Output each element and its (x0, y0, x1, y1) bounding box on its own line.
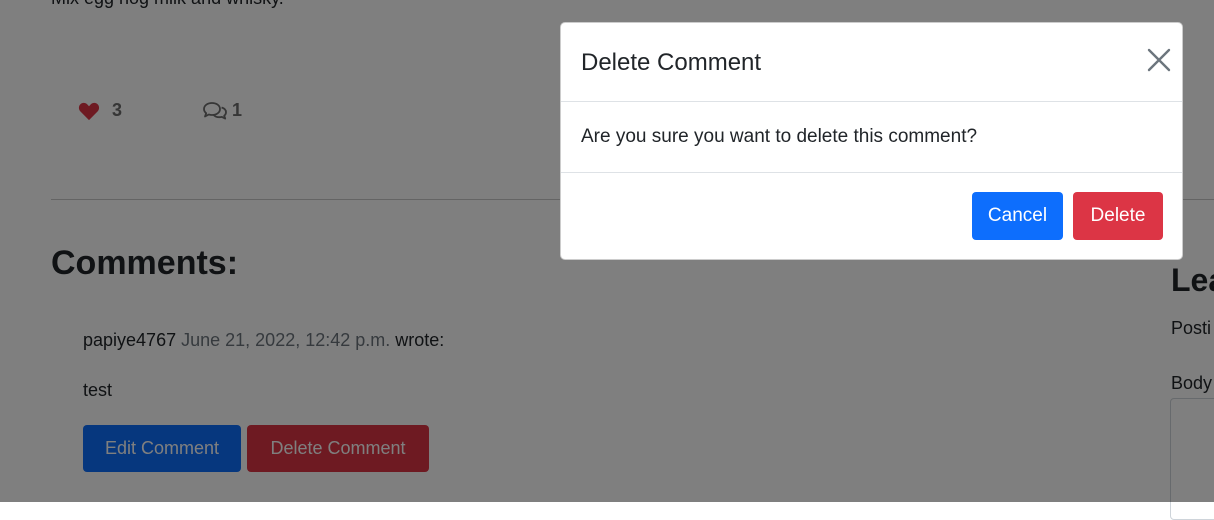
modal-title: Delete Comment (581, 49, 762, 76)
modal-header: Delete Comment (561, 23, 1182, 102)
delete-comment-modal: Delete Comment Are you sure you want to … (560, 22, 1183, 260)
modal-message: Are you sure you want to delete this com… (581, 126, 978, 147)
modal-close-button[interactable] (1146, 47, 1172, 73)
modal-footer-divider (561, 172, 1182, 173)
confirm-delete-button[interactable]: Delete (1073, 192, 1163, 240)
close-icon (1146, 47, 1172, 73)
cancel-button[interactable]: Cancel (972, 192, 1063, 240)
